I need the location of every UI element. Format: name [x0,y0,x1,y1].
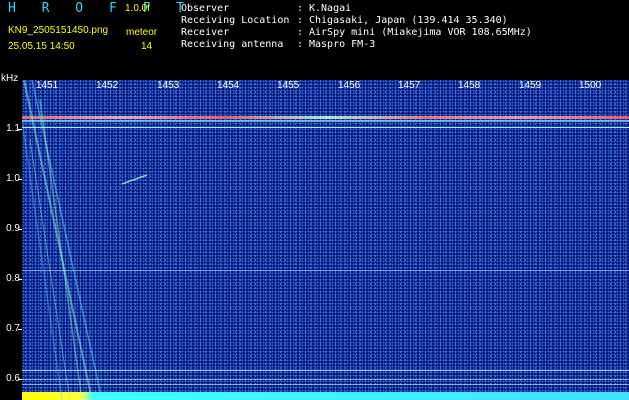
y-label: 0.9 [6,223,20,234]
info-row-observer: Observer: K.Nagai [181,3,352,14]
count-value: 14 [141,41,153,52]
y-label: 0.7 [6,323,20,334]
info-row-antenna: Receiving antenna: Maspro FM-3 [181,39,376,50]
x-label: 1500 [579,80,602,91]
y-label: 0.8 [6,273,20,284]
app-title: H R O F F T [8,1,194,16]
info-row-receiver: Receiver: AirSpy mini (Miakejima VOR 108.… [181,27,532,38]
x-label: 1453 [157,80,180,91]
x-label: 1452 [96,80,119,91]
x-label: 1459 [519,80,542,91]
y-axis-unit: kHz [1,73,19,84]
x-label: 1455 [277,80,300,91]
meteor-trails [22,80,148,400]
x-label: 1457 [398,80,421,91]
x-label: 1456 [338,80,361,91]
file-name: KN9_2505151450.png [8,25,109,36]
y-label: 0.6 [6,373,20,384]
info-row-location: Receiving Location: Chigasaki, Japan (139… [181,15,508,26]
mode-label: meteor [126,27,158,38]
x-label: 1458 [458,80,481,91]
x-label: 1451 [36,80,59,91]
y-label: 1.1 [6,123,20,134]
y-label: 1.0 [6,173,20,184]
date-time: 25.05.15 14:50 [8,41,75,52]
app-version: 1.0.0f [125,3,151,14]
station-info: Observer: K.Nagai Receiving Location: Chig… [181,3,532,51]
header-panel: H R O F F T 1.0.0f KN9_2505151450.png me… [0,0,629,72]
spectrogram [22,80,629,400]
x-label: 1454 [217,80,240,91]
